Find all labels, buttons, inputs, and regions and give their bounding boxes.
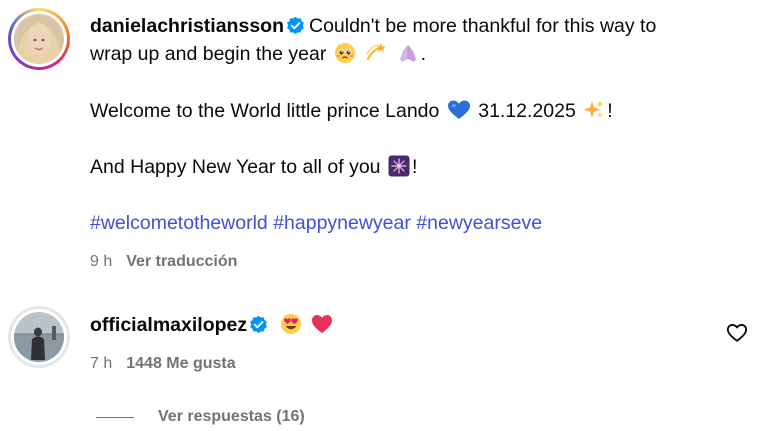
avatar-photo xyxy=(14,312,64,362)
view-replies-button[interactable]: Ver respuestas (16) xyxy=(96,406,305,428)
post-meta-row: 9 h Ver traducción xyxy=(90,252,237,272)
post-caption-welcome: Welcome to the World little prince Lando… xyxy=(90,100,613,122)
comment-timestamp[interactable]: 7 h xyxy=(90,355,112,372)
caption-text: wrap up and begin the year xyxy=(90,43,327,65)
post-author-username[interactable]: danielachristiansson xyxy=(90,15,284,37)
fireworks-emoji-icon xyxy=(388,155,410,177)
post-timestamp[interactable]: 9 h xyxy=(90,253,112,270)
post-caption-newyear: And Happy New Year to all of you ! xyxy=(90,155,418,178)
pleading-face-emoji-icon xyxy=(334,43,355,63)
verified-badge-icon xyxy=(287,16,304,35)
replies-divider xyxy=(96,416,134,418)
post-author-avatar[interactable] xyxy=(8,8,70,70)
comment-meta-row: 7 h 1448 Me gusta xyxy=(90,354,236,374)
caption-text: Couldn't be more thankful for this way t… xyxy=(308,15,657,37)
comment-author-avatar[interactable] xyxy=(8,306,70,368)
view-replies-label: Ver respuestas (16) xyxy=(158,408,305,425)
comment-likes-count[interactable]: 1448 Me gusta xyxy=(126,355,235,372)
heart-eyes-smiling-face-emoji-icon xyxy=(280,314,301,334)
comment-body: officialmaxilopez xyxy=(90,311,740,339)
heart-outline-icon xyxy=(726,324,748,342)
sparkles-emoji-icon xyxy=(583,100,605,118)
caption-date: 31.12.2025 xyxy=(478,100,576,122)
see-translation-button[interactable]: Ver traducción xyxy=(126,253,237,270)
comment-author-username[interactable]: officialmaxilopez xyxy=(90,314,247,336)
folded-hands-emoji-icon xyxy=(399,45,416,62)
avatar-photo xyxy=(14,14,64,64)
red-heart-emoji-icon xyxy=(311,315,332,333)
hashtag-link[interactable]: #newyearseve xyxy=(416,212,542,234)
instagram-comments-panel: danielachristiansson Couldn't be more tha… xyxy=(0,0,760,431)
hashtag-link[interactable]: #welcometotheworld xyxy=(90,212,268,234)
post-caption-line-1: danielachristiansson Couldn't be more tha… xyxy=(90,12,740,40)
post-caption-line-2: wrap up and begin the year . xyxy=(90,43,427,65)
dizzy-emoji-icon xyxy=(366,43,386,61)
verified-badge-icon xyxy=(250,315,267,334)
like-comment-button[interactable] xyxy=(726,322,748,344)
hashtag-link[interactable]: #happynewyear xyxy=(273,212,411,234)
blue-heart-emoji-icon xyxy=(447,100,470,119)
post-hashtags: #welcometotheworld #happynewyear #newyea… xyxy=(90,209,740,237)
